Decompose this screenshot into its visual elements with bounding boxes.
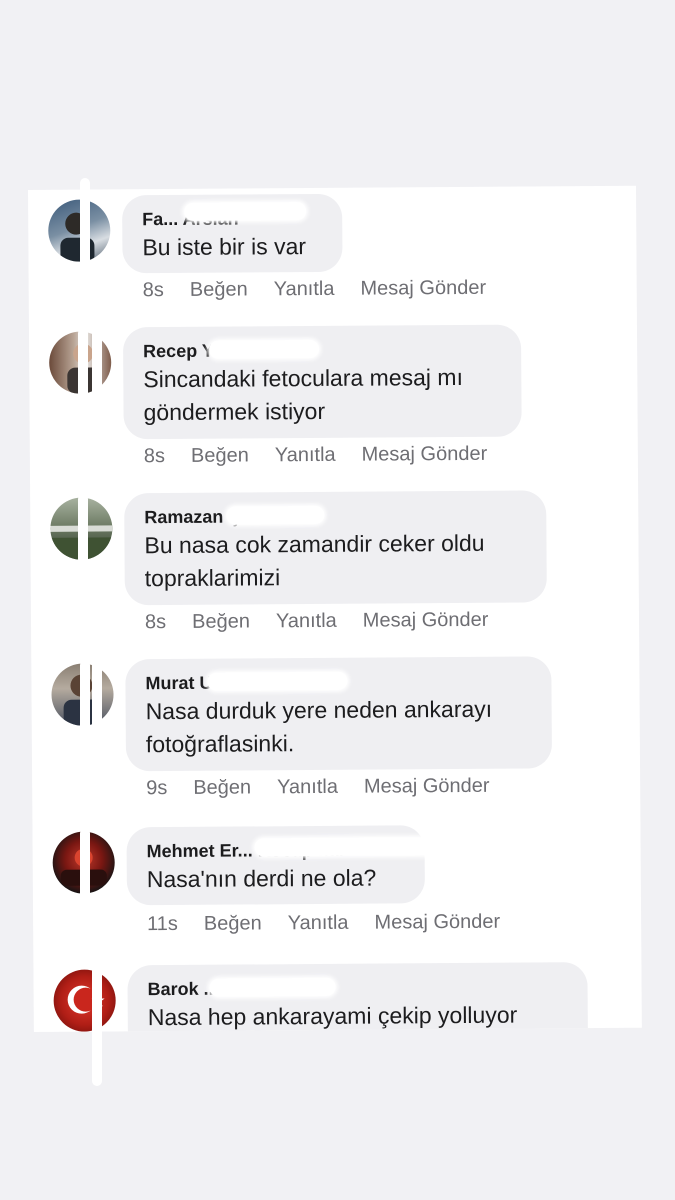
send-message-button[interactable]: Mesaj Gönder — [374, 911, 500, 935]
comment-text: Bu iste bir is var — [142, 233, 307, 261]
comment-actions: 9s Beğen Yanıtla Mesaj Gönder — [146, 775, 490, 800]
reply-button[interactable]: Yanıtla — [275, 444, 336, 467]
comment-bubble: Barok ... Nasa hep ankarayami çekip yoll… — [127, 962, 589, 1032]
send-message-button[interactable]: Mesaj Gönder — [360, 277, 486, 301]
send-message-button[interactable]: Mesaj Gönder — [362, 443, 488, 467]
timestamp: 8s — [143, 445, 166, 468]
redaction-mark — [226, 505, 325, 525]
redaction-mark — [254, 837, 441, 857]
comment-actions: 8s Beğen Yanıtla Mesaj Gönder — [145, 609, 489, 634]
timestamp: 8s — [142, 279, 164, 302]
comment-actions: 8s Beğen Yanıtla Mesaj Gönder — [144, 443, 488, 468]
comment-item: Ramazan Çamlı Bu nasa cok zamandir ceker… — [30, 490, 638, 633]
comment-item: Fa... Arslan Bu iste bir is var 8s Beğen… — [28, 186, 636, 301]
like-button[interactable]: Beğen — [191, 444, 249, 467]
drawing-stroke — [80, 660, 90, 732]
redaction-mark — [207, 671, 348, 691]
drawing-stroke — [92, 328, 102, 398]
drawing-stroke — [78, 494, 88, 564]
timestamp: 8s — [144, 611, 167, 634]
drawing-stroke — [92, 966, 102, 1086]
comment-text: Nasa durduk yere neden ankarayı fotoğraf… — [145, 695, 493, 758]
like-button[interactable]: Beğen — [190, 278, 248, 301]
like-button[interactable]: Beğen — [204, 912, 262, 935]
reply-button[interactable]: Yanıtla — [276, 610, 337, 633]
send-message-button[interactable]: Mesaj Gönder — [364, 775, 490, 799]
reply-button[interactable]: Yanıtla — [277, 776, 338, 799]
redaction-mark — [209, 977, 336, 997]
comment-bubble: Ramazan Çamlı Bu nasa cok zamandir ceker… — [124, 490, 547, 606]
send-message-button[interactable]: Mesaj Gönder — [363, 609, 489, 633]
reply-button[interactable]: Yanıtla — [288, 912, 349, 935]
comment-item: Recep Yıldız Sincandaki fetoculara mesaj… — [29, 324, 637, 467]
like-button[interactable]: Beğen — [192, 610, 250, 633]
comment-text: Bu nasa cok zamandir ceker oldu toprakla… — [144, 529, 485, 592]
drawing-stroke — [80, 828, 90, 900]
comment-item: Mehmet Er... Kocapınar Nasa'nın derdi ne… — [32, 824, 640, 935]
like-button[interactable]: Beğen — [193, 776, 251, 799]
comment-text: Nasa'nın derdi ne ola? — [146, 864, 377, 893]
comment-item: Barok ... Nasa hep ankarayami çekip yoll… — [33, 962, 641, 1032]
timestamp: 9s — [146, 777, 168, 800]
drawing-stroke — [78, 328, 88, 398]
commenter-name[interactable]: Recep Yıldız — [143, 337, 499, 363]
avatar-photo — [67, 985, 105, 1014]
reply-button[interactable]: Yanıtla — [274, 278, 335, 301]
commenter-name[interactable]: Ramazan Çamlı — [144, 503, 524, 530]
comment-actions: 11s Beğen Yanıtla Mesaj Gönder — [147, 911, 500, 936]
drawing-stroke — [80, 178, 90, 288]
comment-item: Murat Uzunalı Nasa durduk yere neden ank… — [31, 656, 639, 799]
comment-text: Sincandaki fetoculara mesaj mı göndermek… — [143, 363, 464, 426]
drawing-stroke — [92, 660, 102, 732]
comment-text: Nasa hep ankarayami çekip yolluyor — [147, 1001, 518, 1031]
comment-actions: 8s Beğen Yanıtla Mesaj Gönder — [143, 277, 487, 302]
comment-list: Fa... Arslan Bu iste bir is var 8s Beğen… — [28, 185, 642, 1032]
comment-bubble: Recep Yıldız Sincandaki fetoculara mesaj… — [122, 324, 522, 440]
timestamp: 11s — [147, 912, 178, 936]
avatar[interactable] — [53, 969, 116, 1032]
redaction-mark — [209, 339, 320, 359]
redaction-mark — [184, 202, 307, 221]
